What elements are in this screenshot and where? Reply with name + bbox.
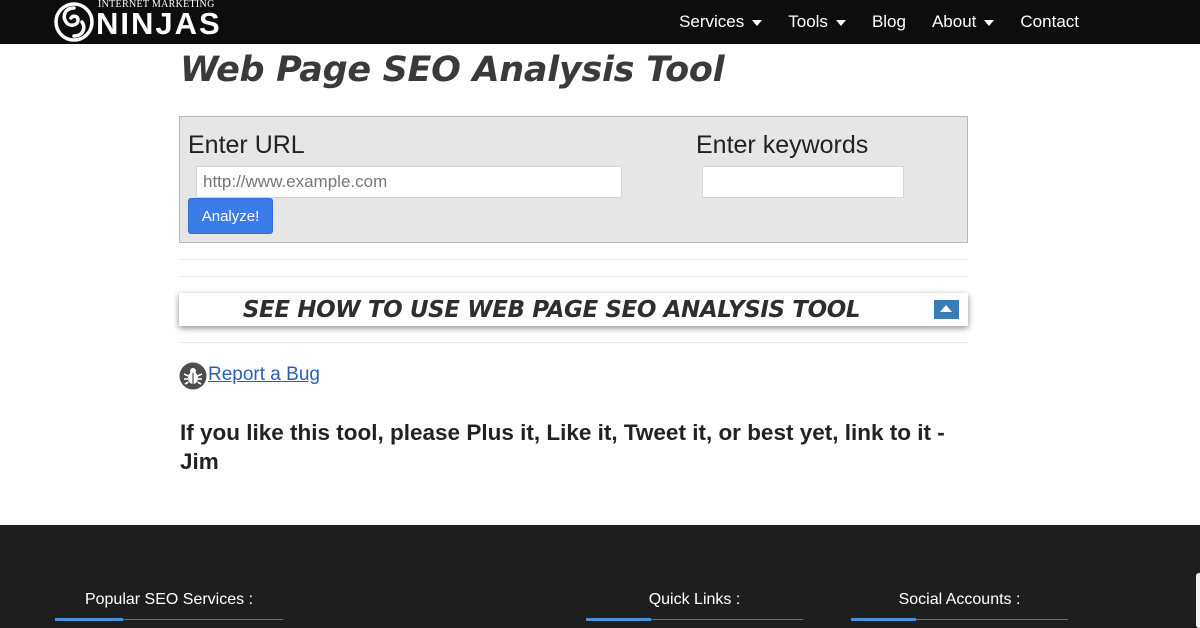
bug-icon[interactable] bbox=[179, 362, 207, 390]
nav-item-contact[interactable]: Contact bbox=[1020, 12, 1079, 32]
footer-column-title: Quick Links : bbox=[648, 591, 741, 608]
nav-item-label: About bbox=[931, 12, 977, 31]
caret-up-icon[interactable] bbox=[934, 300, 959, 319]
top-navbar: INTERNET MARKETING NINJAS Services Tools… bbox=[0, 0, 1200, 44]
site-footer: Popular SEO Services : Quick Links : Soc… bbox=[0, 525, 1200, 628]
footer-column-seo-services: Popular SEO Services : bbox=[55, 591, 283, 621]
nav-menu: Services Tools Blog About Contact bbox=[653, 0, 1079, 44]
caret-down-icon bbox=[984, 19, 995, 26]
footer-column-quick-links: Quick Links : bbox=[586, 591, 803, 621]
howto-title: SEE HOW TO USE WEB PAGE SEO ANALYSIS TOO… bbox=[242, 297, 861, 323]
analysis-form: Enter URL Enter keywords Analyze! bbox=[179, 116, 968, 243]
footer-underline-accent bbox=[851, 618, 916, 621]
footer-underline-accent bbox=[586, 618, 651, 621]
url-label: Enter URL bbox=[188, 131, 305, 159]
report-bug-link[interactable]: Report a Bug bbox=[208, 364, 320, 386]
howto-panel-header[interactable]: SEE HOW TO USE WEB PAGE SEO ANALYSIS TOO… bbox=[179, 293, 968, 326]
keywords-input[interactable] bbox=[702, 166, 904, 198]
footer-column-title: Social Accounts : bbox=[898, 591, 1021, 608]
nav-item-label: Services bbox=[679, 12, 745, 31]
divider bbox=[179, 259, 968, 260]
nav-item-blog[interactable]: Blog bbox=[872, 12, 906, 32]
url-input[interactable] bbox=[196, 166, 622, 198]
divider bbox=[179, 276, 968, 277]
analyze-button[interactable]: Analyze! bbox=[188, 198, 273, 234]
nav-item-about[interactable]: About bbox=[931, 12, 995, 32]
keywords-label: Enter keywords bbox=[696, 131, 869, 159]
footer-column-social-accounts: Social Accounts : bbox=[851, 591, 1068, 621]
nav-item-label: Contact bbox=[1020, 12, 1079, 31]
site-logo[interactable]: INTERNET MARKETING NINJAS bbox=[54, 0, 220, 44]
nav-item-tools[interactable]: Tools bbox=[788, 12, 846, 32]
caret-down-icon bbox=[835, 19, 846, 26]
page-title: Web Page SEO Analysis Tool bbox=[180, 50, 725, 90]
caret-down-icon bbox=[752, 19, 763, 26]
footer-column-title: Popular SEO Services : bbox=[84, 591, 254, 608]
side-widget-tab[interactable] bbox=[1196, 573, 1200, 628]
swirl-logo-icon bbox=[54, 2, 94, 42]
support-message: If you like this tool, please Plus it, L… bbox=[180, 420, 945, 474]
divider bbox=[179, 342, 968, 343]
logo-wordmark: NINJAS bbox=[96, 6, 222, 41]
nav-item-label: Tools bbox=[788, 12, 828, 31]
nav-item-label: Blog bbox=[871, 12, 906, 31]
nav-item-services[interactable]: Services bbox=[679, 12, 763, 32]
footer-underline-accent bbox=[55, 618, 123, 621]
